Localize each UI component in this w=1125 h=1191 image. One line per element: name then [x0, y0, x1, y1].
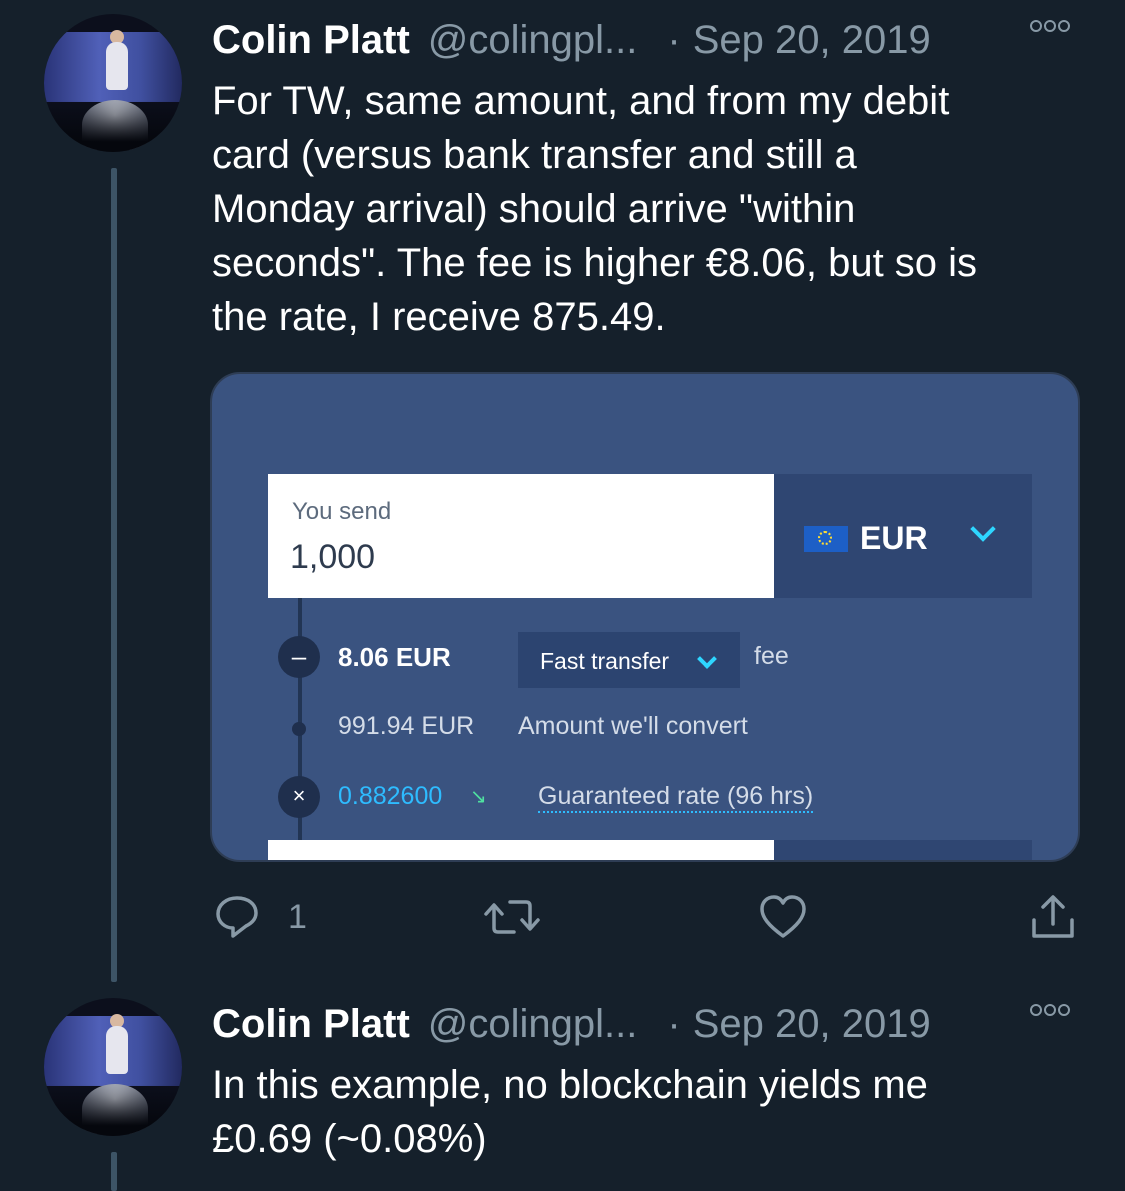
tweet-media-image[interactable]: You send 1,000 EUR – × 8.06 EUR Fast tra…	[210, 372, 1080, 862]
more-icon[interactable]	[1030, 20, 1070, 32]
chevron-down-icon	[697, 649, 717, 669]
currency-code: EUR	[860, 520, 928, 556]
tweet-actions: 1	[212, 892, 1082, 942]
tweet-text: For TW, same amount, and from my debit c…	[212, 74, 1072, 344]
chevron-down-icon	[970, 516, 996, 542]
more-icon[interactable]	[1030, 1004, 1070, 1016]
tweet[interactable]: Colin Platt @colingpl... · Sep 20, 2019 …	[0, 984, 1125, 1191]
author-handle[interactable]: @colingpl...	[428, 18, 638, 63]
avatar[interactable]	[44, 14, 182, 152]
like-icon	[760, 895, 806, 938]
author-name[interactable]: Colin Platt	[212, 1002, 410, 1047]
fee-type-dropdown: Fast transfer	[518, 632, 740, 688]
send-value: 1,000	[290, 538, 376, 576]
retweet-button[interactable]	[482, 892, 542, 942]
send-label: You send	[292, 498, 392, 525]
tweet-date[interactable]: Sep 20, 2019	[693, 1002, 931, 1047]
timeline-dot	[292, 722, 306, 736]
separator: ·	[667, 18, 681, 62]
tweet-text-line: the rate, I receive 875.49.	[212, 295, 666, 339]
times-icon: ×	[278, 776, 320, 818]
minus-icon: –	[278, 636, 320, 678]
reply-button[interactable]: 1	[212, 892, 307, 942]
rate-label: Guaranteed rate (96 hrs)	[538, 782, 814, 813]
trend-down-icon: ↘	[470, 786, 487, 808]
tweet-text-line: In this example, no blockchain yields me	[212, 1063, 928, 1107]
separator: ·	[667, 1002, 681, 1046]
tweet-text-line: £0.69 (~0.08%)	[212, 1117, 487, 1161]
convert-label: Amount we'll convert	[518, 712, 748, 740]
like-button[interactable]	[758, 892, 808, 942]
send-amount-field: You send 1,000	[268, 474, 774, 598]
retweet-icon	[484, 900, 540, 934]
tweet-text-line: Monday arrival) should arrive "within	[212, 187, 856, 231]
reply-icon	[216, 896, 258, 938]
reply-count: 1	[288, 898, 307, 936]
eu-flag-icon	[804, 526, 848, 552]
tweet-text-line: card (versus bank transfer and still a	[212, 133, 857, 177]
tweet-text: In this example, no blockchain yields me…	[212, 1058, 1072, 1166]
fee-label: fee	[754, 642, 789, 670]
receive-field	[268, 840, 774, 860]
author-name[interactable]: Colin Platt	[212, 18, 410, 63]
tweet-date[interactable]: Sep 20, 2019	[693, 18, 931, 63]
fee-type-label: Fast transfer	[540, 648, 670, 674]
fee-amount: 8.06 EUR	[338, 642, 451, 672]
share-button[interactable]	[1028, 892, 1078, 942]
tweet[interactable]: Colin Platt @colingpl... · Sep 20, 2019 …	[0, 0, 1125, 980]
receive-currency	[774, 840, 1032, 860]
currency-selector: EUR	[774, 474, 1032, 598]
convert-amount: 991.94 EUR	[338, 712, 475, 740]
tweet-text-line: For TW, same amount, and from my debit	[212, 79, 950, 123]
avatar[interactable]	[44, 998, 182, 1136]
share-icon	[1032, 895, 1074, 938]
tweet-text-line: seconds". The fee is higher €8.06, but s…	[212, 241, 978, 285]
rate-value: 0.882600	[338, 782, 443, 810]
author-handle[interactable]: @colingpl...	[428, 1002, 638, 1047]
